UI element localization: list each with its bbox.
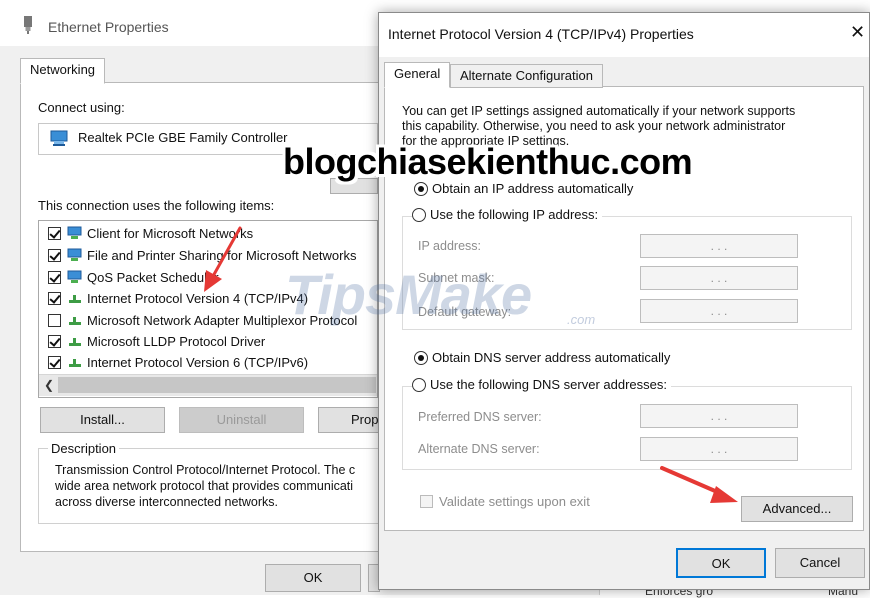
arrow-icon xyxy=(660,466,738,503)
arrow-icon xyxy=(204,226,242,292)
annotation-arrows xyxy=(204,226,738,503)
